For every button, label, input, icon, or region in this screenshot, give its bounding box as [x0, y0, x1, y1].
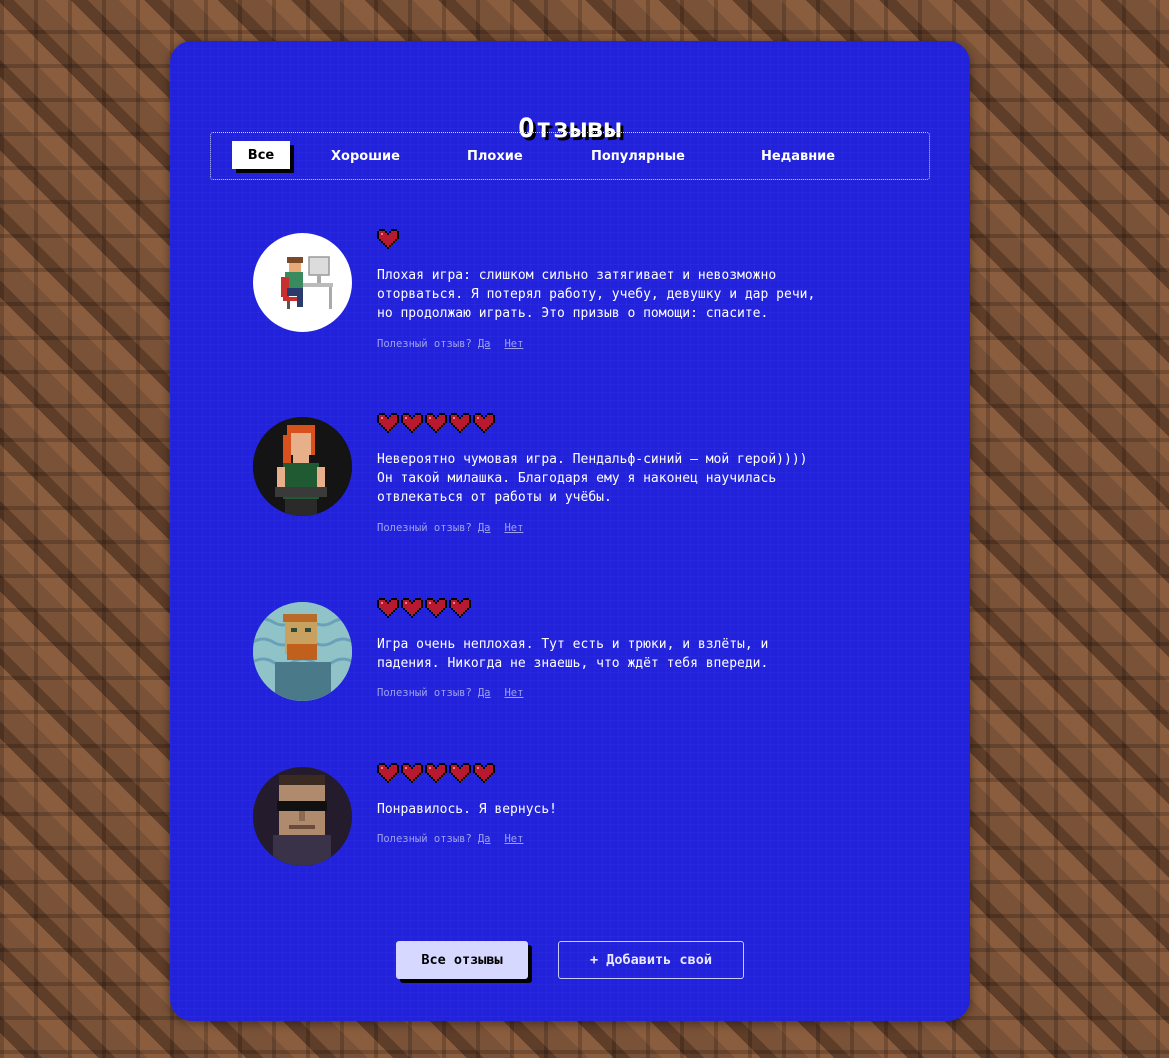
- heart-icon: [377, 598, 399, 618]
- woman-portrait-icon: [253, 417, 352, 516]
- avatar: [253, 233, 352, 332]
- helpful-yes-link[interactable]: Да: [478, 522, 491, 534]
- heart-icon: [377, 229, 399, 249]
- helpful-no-link[interactable]: Нет: [504, 522, 523, 534]
- helpful-no-link[interactable]: Нет: [504, 833, 523, 845]
- helpful-no-link[interactable]: Нет: [504, 338, 523, 350]
- heart-icon: [449, 413, 471, 433]
- helpful-prompt: Полезный отзыв? Да Нет: [377, 833, 523, 845]
- heart-icon: [377, 763, 399, 783]
- helpful-label: Полезный отзыв?: [377, 338, 472, 350]
- helpful-prompt: Полезный отзыв? Да Нет: [377, 522, 523, 534]
- review-text: Плохая игра: слишком сильно затягивает и…: [377, 268, 816, 321]
- tab-good[interactable]: Хорошие: [331, 149, 400, 164]
- heart-icon: [377, 413, 399, 433]
- helpful-yes-link[interactable]: Да: [478, 338, 491, 350]
- heart-icon: [425, 763, 447, 783]
- terminator-portrait-icon: [253, 767, 352, 866]
- helpful-yes-link[interactable]: Да: [478, 687, 491, 699]
- reviews-panel: Отзывы Все Хорошие Плохие Популярные Нед…: [170, 41, 970, 1021]
- review-text: Понравилось. Я вернусь!: [377, 802, 558, 817]
- add-review-button[interactable]: + Добавить свой: [558, 941, 744, 979]
- van-gogh-portrait-icon: [253, 602, 352, 701]
- tab-popular[interactable]: Популярные: [591, 149, 685, 164]
- filter-tabs: Все Хорошие Плохие Популярные Недавние: [210, 132, 930, 180]
- avatar: [253, 417, 352, 516]
- heart-icon: [425, 413, 447, 433]
- avatar: [253, 767, 352, 866]
- rating-stars: [377, 598, 471, 618]
- helpful-label: Полезный отзыв?: [377, 522, 472, 534]
- all-reviews-button[interactable]: Все отзывы: [396, 941, 528, 979]
- rating-stars: [377, 413, 495, 433]
- heart-icon: [449, 598, 471, 618]
- helpful-label: Полезный отзыв?: [377, 833, 472, 845]
- avatar: [253, 602, 352, 701]
- helpful-prompt: Полезный отзыв? Да Нет: [377, 687, 523, 699]
- heart-icon: [473, 763, 495, 783]
- heart-icon: [401, 763, 423, 783]
- rating-stars: [377, 763, 495, 783]
- tab-all[interactable]: Все: [232, 141, 290, 169]
- review-text: Невероятно чумовая игра. Пендальф-синий …: [377, 452, 808, 505]
- tab-bad[interactable]: Плохие: [467, 149, 523, 164]
- helpful-yes-link[interactable]: Да: [478, 833, 491, 845]
- heart-icon: [401, 598, 423, 618]
- helpful-no-link[interactable]: Нет: [504, 687, 523, 699]
- heart-icon: [401, 413, 423, 433]
- rating-stars: [377, 229, 399, 249]
- helpful-prompt: Полезный отзыв? Да Нет: [377, 338, 523, 350]
- heart-icon: [449, 763, 471, 783]
- heart-icon: [473, 413, 495, 433]
- tab-recent[interactable]: Недавние: [761, 149, 835, 164]
- helpful-label: Полезный отзыв?: [377, 687, 472, 699]
- heart-icon: [425, 598, 447, 618]
- gamer-at-desk-icon: [281, 256, 333, 309]
- review-text: Игра очень неплохая. Тут есть и трюки, и…: [377, 637, 769, 671]
